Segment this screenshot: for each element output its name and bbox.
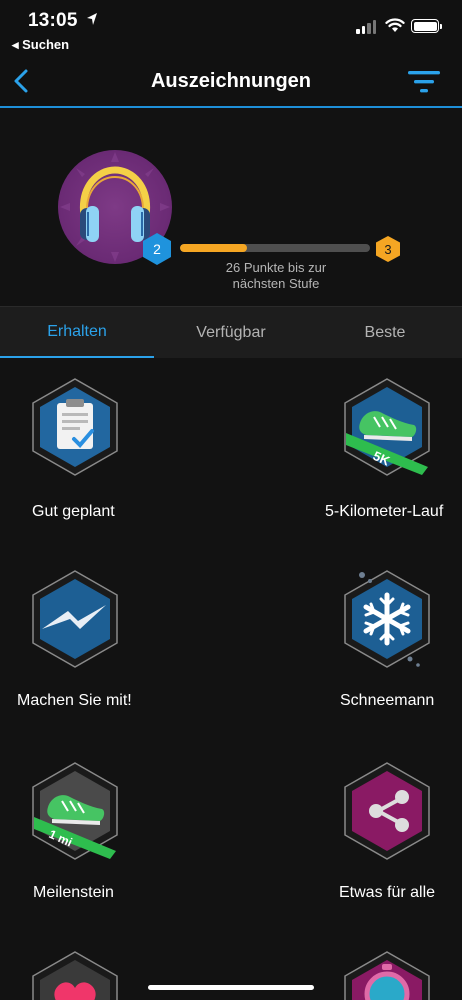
badge-heart-partial[interactable]	[0, 938, 180, 1000]
badge-etwas-fuer-alle[interactable]: Etwas für alle	[282, 742, 462, 912]
badge-label: Meilenstein	[33, 884, 114, 901]
location-arrow-icon	[87, 13, 97, 25]
level-summary: 2 3 26 Punkte bis zur nächsten Stufe	[0, 110, 462, 306]
heart-icon	[32, 951, 118, 1000]
share-icon	[344, 762, 430, 860]
badge-tabs: Erhalten Verfügbar Beste	[0, 306, 462, 359]
level-progress-fill	[180, 244, 247, 252]
badge-stopwatch-partial[interactable]	[282, 938, 462, 1000]
wifi-icon	[385, 18, 405, 32]
current-level-badge: 2	[141, 232, 173, 266]
badge-grid: Gut geplant 5K 5-Kilometer-Lauf Machen S…	[0, 358, 462, 1000]
navigation-bar: Auszeichnungen	[0, 56, 462, 108]
clock: 13:05	[28, 10, 78, 31]
badge-machen-sie-mit[interactable]: Machen Sie mit!	[0, 550, 180, 720]
badge-label: Gut geplant	[32, 503, 115, 520]
battery-icon	[411, 19, 442, 33]
badge-label: Schneemann	[340, 692, 435, 709]
badge-meilenstein[interactable]: 1 mi Meilenstein	[0, 742, 180, 912]
next-level-badge: 3	[375, 235, 401, 263]
running-shoe-icon: 5K	[344, 378, 430, 476]
points-to-next-level: 26 Punkte bis zur nächsten Stufe	[186, 260, 366, 292]
badge-5-kilometer-lauf[interactable]: 5K 5-Kilometer-Lauf	[282, 358, 462, 528]
tab-verfuegbar[interactable]: Verfügbar	[154, 307, 308, 359]
running-shoe-icon: 1 mi	[32, 762, 118, 860]
messenger-bolt-icon	[32, 570, 118, 668]
level-progress-bar	[180, 244, 370, 252]
home-indicator[interactable]	[148, 985, 314, 990]
badge-schneemann[interactable]: Schneemann	[282, 550, 462, 720]
filter-icon[interactable]	[406, 68, 442, 96]
badge-label: Machen Sie mit!	[17, 692, 132, 709]
badge-label: Etwas für alle	[339, 884, 436, 901]
status-bar: 13:05 ◂ Suchen	[0, 0, 462, 56]
clipboard-check-icon	[32, 378, 118, 476]
back-to-app-link[interactable]: ◂ Suchen	[12, 37, 69, 53]
cellular-signal-icon	[356, 20, 376, 34]
caption-line-1: 26 Punkte bis zur	[225, 260, 327, 275]
tab-beste[interactable]: Beste	[308, 307, 462, 359]
caption-line-2: nächsten Stufe	[232, 276, 320, 291]
next-level-number: 3	[384, 241, 392, 257]
badge-gut-geplant[interactable]: Gut geplant	[0, 358, 180, 528]
snowflake-icon	[344, 570, 430, 668]
page-title: Auszeichnungen	[150, 70, 311, 92]
badge-label: 5-Kilometer-Lauf	[325, 503, 444, 520]
tab-erhalten[interactable]: Erhalten	[0, 307, 154, 359]
current-level-number: 2	[153, 241, 161, 257]
stopwatch-icon	[344, 951, 430, 1000]
